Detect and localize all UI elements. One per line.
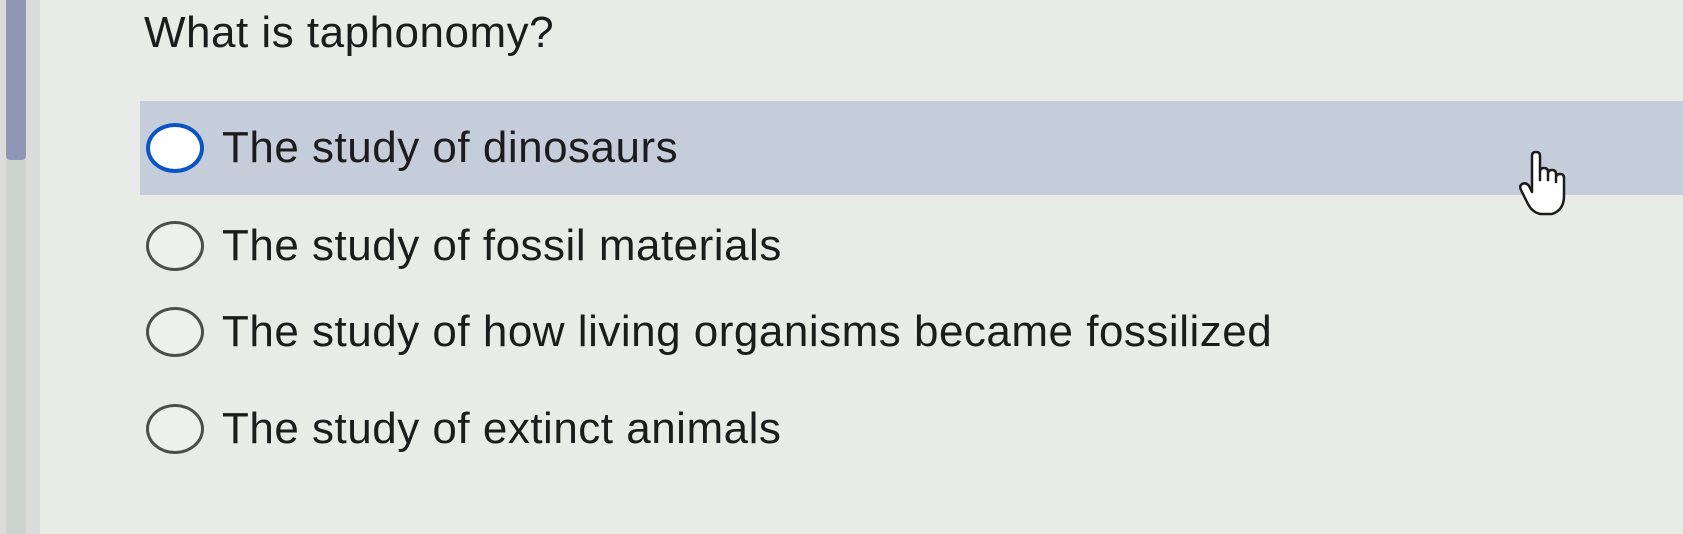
left-scrollbar[interactable]: [0, 0, 40, 534]
answer-option-4[interactable]: The study of extinct animals: [140, 382, 1683, 476]
answer-option-label: The study of how living organisms became…: [222, 307, 1273, 356]
answer-option-label: The study of fossil materials: [222, 221, 782, 270]
hand-pointer-icon: [1518, 150, 1566, 216]
answer-option-1[interactable]: The study of dinosaurs: [140, 101, 1683, 195]
answer-option-2[interactable]: The study of fossil materials: [140, 199, 1683, 293]
question-text: What is taphonomy?: [144, 8, 555, 57]
answer-option-label: The study of extinct animals: [222, 404, 782, 453]
scrollbar-track[interactable]: [6, 160, 26, 534]
scrollbar-thumb[interactable]: [6, 0, 26, 160]
answer-option-3[interactable]: The study of how living organisms became…: [140, 285, 1683, 379]
radio-button[interactable]: [146, 307, 204, 357]
radio-button[interactable]: [146, 123, 204, 173]
radio-button[interactable]: [146, 221, 204, 271]
answer-option-label: The study of dinosaurs: [222, 123, 679, 172]
radio-button[interactable]: [146, 404, 204, 454]
